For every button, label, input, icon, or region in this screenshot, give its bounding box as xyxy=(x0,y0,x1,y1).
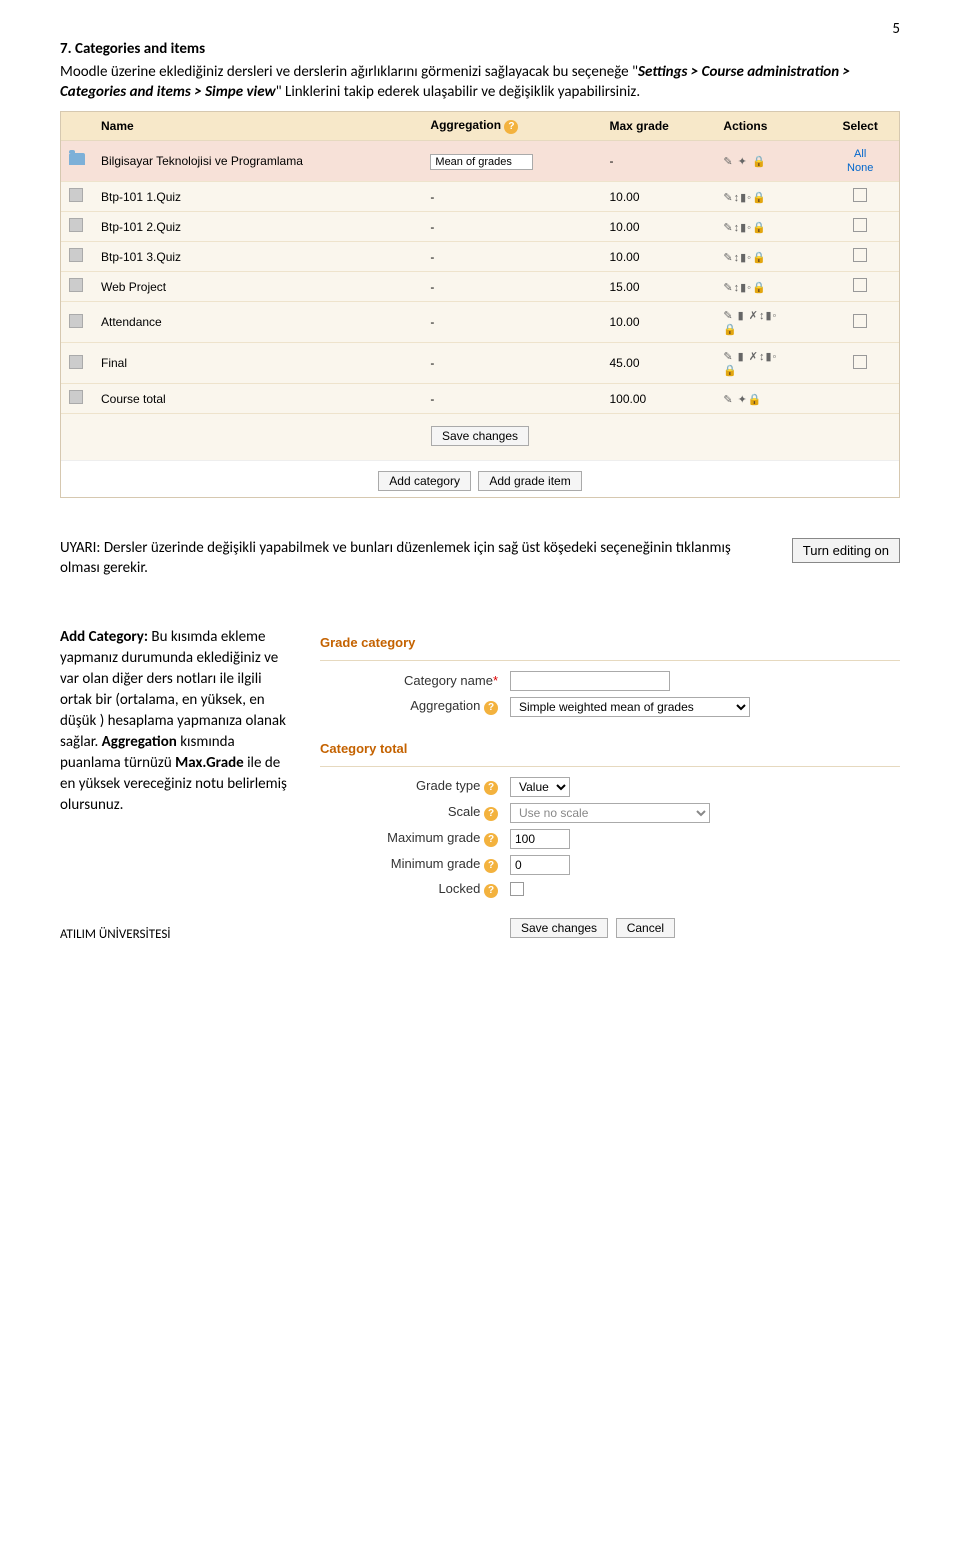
category-name-input[interactable] xyxy=(510,671,670,691)
section-grade-category: Grade category xyxy=(320,635,900,650)
section-paragraph-1: Moodle üzerine eklediğiniz dersleri ve d… xyxy=(60,62,900,103)
para1b: " Linklerini takip ederek ulaşabilir ve … xyxy=(276,83,641,101)
row-actions[interactable]: ✎ ▮ ✗↕▮◦🔒 xyxy=(723,351,777,377)
row-checkbox[interactable] xyxy=(853,218,867,232)
row-checkbox[interactable] xyxy=(853,355,867,369)
table-row: Bilgisayar Teknolojisi ve Programlama Me… xyxy=(61,140,899,182)
add-grade-item-button[interactable]: Add grade item xyxy=(478,471,581,491)
add-category-description: Add Category: Bu kısımda ekleme yapmanız… xyxy=(60,627,290,816)
save-changes-button[interactable]: Save changes xyxy=(510,918,608,938)
th-name: Name xyxy=(93,112,422,141)
item-name: Final xyxy=(93,343,422,384)
row-actions[interactable]: ✎↕▮◦🔒 xyxy=(723,222,766,234)
total-icon xyxy=(69,390,83,404)
row-actions[interactable]: ✎↕▮◦🔒 xyxy=(723,192,766,204)
row-actions[interactable]: ✎ ✦ 🔒 xyxy=(723,156,766,168)
item-name: Web Project xyxy=(93,272,422,302)
label-min-grade: Minimum grade xyxy=(391,856,481,871)
th-agg: Aggregation ? xyxy=(422,112,601,141)
locked-checkbox[interactable] xyxy=(510,882,524,896)
attendance-icon xyxy=(69,314,83,328)
page-number: 5 xyxy=(892,20,900,38)
item-max: 10.00 xyxy=(601,242,715,272)
row-actions[interactable]: ✎↕▮◦🔒 xyxy=(723,282,766,294)
assignment-icon xyxy=(69,278,83,292)
grade-type-select[interactable]: Value xyxy=(510,777,570,797)
help-icon[interactable]: ? xyxy=(484,859,498,873)
quiz-icon xyxy=(69,248,83,262)
label-scale: Scale xyxy=(448,804,481,819)
item-name: Course total xyxy=(93,384,422,414)
row-actions[interactable]: ✎ ▮ ✗↕▮◦🔒 xyxy=(723,310,777,336)
max-grade-input[interactable] xyxy=(510,829,570,849)
page-footer: ATILIM ÜNİVERSİTESİ xyxy=(60,927,171,942)
item-max: 45.00 xyxy=(601,343,715,384)
th-select: Select xyxy=(821,112,899,141)
warning-text: UYARI: Dersler üzerinde değişikli yapabi… xyxy=(60,538,762,579)
add-category-button[interactable]: Add category xyxy=(378,471,471,491)
help-icon[interactable]: ? xyxy=(484,833,498,847)
min-grade-input[interactable] xyxy=(510,855,570,875)
quiz-icon xyxy=(69,188,83,202)
item-name: Attendance xyxy=(93,302,422,343)
item-name: Btp-101 3.Quiz xyxy=(93,242,422,272)
item-max: 100.00 xyxy=(601,384,715,414)
row-actions[interactable]: ✎ ✦🔒 xyxy=(723,394,762,406)
aggregation-select[interactable]: Mean of grades xyxy=(430,154,532,170)
item-max: 10.00 xyxy=(601,182,715,212)
help-icon[interactable]: ? xyxy=(484,884,498,898)
grade-items-table-screenshot: Name Aggregation ? Max grade Actions Sel… xyxy=(60,111,900,499)
row-checkbox[interactable] xyxy=(853,188,867,202)
item-max: 15.00 xyxy=(601,272,715,302)
item-name: Btp-101 2.Quiz xyxy=(93,212,422,242)
para1a: Moodle üzerine eklediğiniz dersleri ve d… xyxy=(60,63,638,81)
cancel-button[interactable]: Cancel xyxy=(616,918,675,938)
folder-icon xyxy=(69,153,85,165)
aggregation-select[interactable]: Simple weighted mean of grades xyxy=(510,697,750,717)
row-checkbox[interactable] xyxy=(853,314,867,328)
row-checkbox[interactable] xyxy=(853,278,867,292)
help-icon[interactable]: ? xyxy=(504,120,518,134)
th-actions: Actions xyxy=(715,112,821,141)
table-row: Final - 45.00 ✎ ▮ ✗↕▮◦🔒 xyxy=(61,343,899,384)
label-grade-type: Grade type xyxy=(416,778,480,793)
table-row: Web Project - 15.00 ✎↕▮◦🔒 xyxy=(61,272,899,302)
scale-select[interactable]: Use no scale xyxy=(510,803,710,823)
table-row: Btp-101 3.Quiz - 10.00 ✎↕▮◦🔒 xyxy=(61,242,899,272)
select-none-link[interactable]: None xyxy=(847,162,873,174)
label-max-grade: Maximum grade xyxy=(387,830,480,845)
label-category-name: Category name xyxy=(404,673,493,688)
table-row: Btp-101 2.Quiz - 10.00 ✎↕▮◦🔒 xyxy=(61,212,899,242)
section-category-total: Category total xyxy=(320,741,900,756)
row-actions[interactable]: ✎↕▮◦🔒 xyxy=(723,252,766,264)
add-category-label: Add Category: xyxy=(60,628,148,646)
turn-editing-on-button[interactable]: Turn editing on xyxy=(792,538,900,563)
select-all-link[interactable]: All xyxy=(854,148,866,160)
grade-icon xyxy=(69,355,83,369)
label-aggregation: Aggregation xyxy=(410,698,480,713)
row-checkbox[interactable] xyxy=(853,248,867,262)
cat-max: - xyxy=(601,140,715,182)
quiz-icon xyxy=(69,218,83,232)
save-changes-button[interactable]: Save changes xyxy=(431,426,529,446)
item-max: 10.00 xyxy=(601,212,715,242)
item-name: Btp-101 1.Quiz xyxy=(93,182,422,212)
help-icon[interactable]: ? xyxy=(484,781,498,795)
table-row: Course total - 100.00 ✎ ✦🔒 xyxy=(61,384,899,414)
cat-name: Bilgisayar Teknolojisi ve Programlama xyxy=(93,140,422,182)
section-heading: 7. Categories and items xyxy=(60,40,900,58)
grade-category-form-screenshot: Grade category Category name* Aggregatio… xyxy=(320,627,900,938)
table-row: Btp-101 1.Quiz - 10.00 ✎↕▮◦🔒 xyxy=(61,182,899,212)
help-icon[interactable]: ? xyxy=(484,807,498,821)
th-max: Max grade xyxy=(601,112,715,141)
table-row: Attendance - 10.00 ✎ ▮ ✗↕▮◦🔒 xyxy=(61,302,899,343)
item-max: 10.00 xyxy=(601,302,715,343)
label-locked: Locked xyxy=(438,881,480,896)
help-icon[interactable]: ? xyxy=(484,701,498,715)
